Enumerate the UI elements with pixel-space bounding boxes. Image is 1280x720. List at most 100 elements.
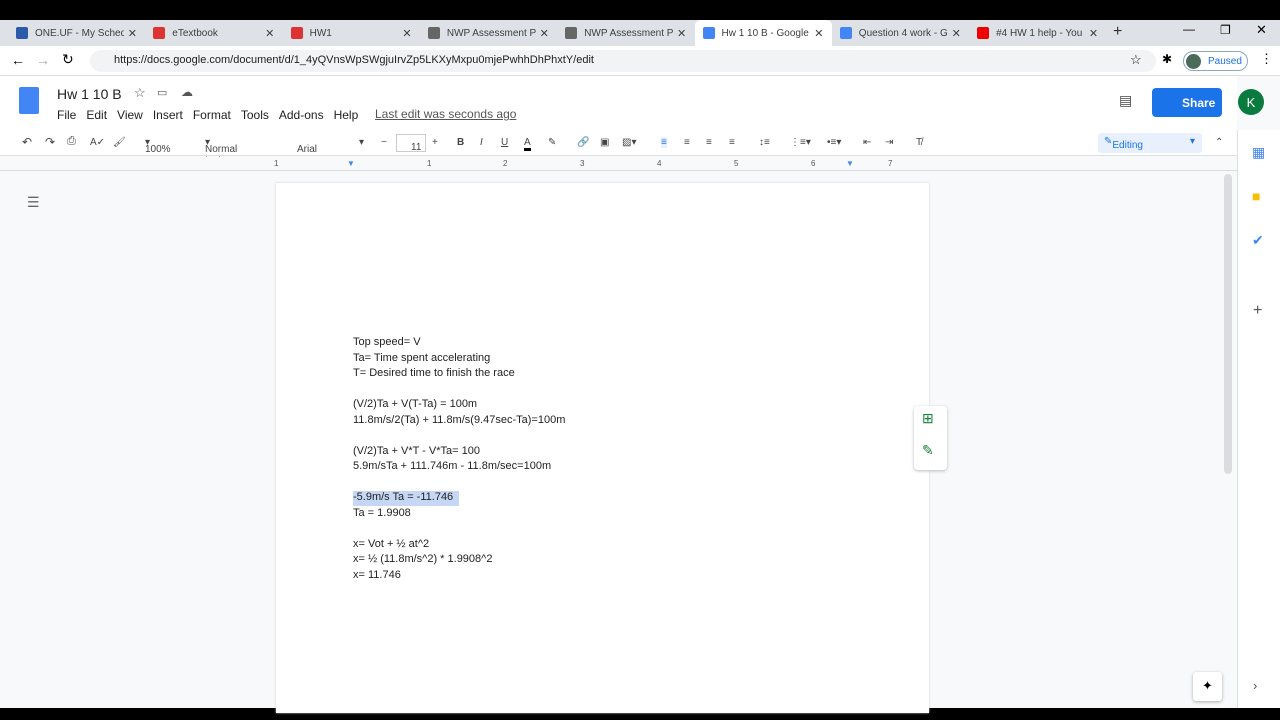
bold-button[interactable]: B <box>457 137 464 148</box>
redo-icon[interactable]: ↷ <box>45 135 55 149</box>
browser-tab[interactable]: NWP Assessment Pl ✕ <box>557 20 694 46</box>
document-title[interactable]: Hw 1 10 B <box>57 86 122 102</box>
close-window-button[interactable]: ✕ <box>1256 22 1267 38</box>
bulleted-list-icon[interactable]: •≡▾ <box>827 137 841 148</box>
print-icon[interactable]: ⎙ <box>67 135 76 148</box>
paint-format-icon[interactable]: 🖌 <box>113 137 126 148</box>
tab-close-icon[interactable]: ✕ <box>540 27 549 40</box>
add-comment-icon[interactable]: ⊞ <box>922 410 934 427</box>
italic-button[interactable]: I <box>480 137 483 148</box>
tab-close-icon[interactable]: ✕ <box>952 27 961 40</box>
menu-item[interactable]: Edit <box>86 108 107 122</box>
underline-button[interactable]: U <box>501 137 508 148</box>
browser-tab[interactable]: Question 4 work - G ✕ <box>832 20 969 46</box>
numbered-list-icon[interactable]: ⋮≡▾ <box>790 137 811 148</box>
browser-tab[interactable]: ONE.UF - My Schedu ✕ <box>8 20 145 46</box>
share-button[interactable]: Share <box>1152 88 1222 117</box>
document-line[interactable]: -5.9m/s Ta = -11.746 <box>353 491 460 506</box>
docs-logo-icon[interactable] <box>19 87 39 114</box>
collapse-menus-icon[interactable]: ⌃ <box>1215 137 1223 148</box>
url-input[interactable]: https://docs.google.com/document/d/1_4yQ… <box>90 50 1156 72</box>
document-line[interactable]: (V/2)Ta + V*T - V*Ta= 100 <box>353 445 480 460</box>
back-icon[interactable]: ← <box>11 52 25 68</box>
align-center-icon[interactable]: ≡ <box>684 137 690 148</box>
left-indent-marker[interactable]: ▼ <box>347 159 355 168</box>
document-line[interactable]: x= 11.746 <box>353 569 401 584</box>
tasks-icon[interactable]: ✔ <box>1252 232 1264 249</box>
browser-tab[interactable]: NWP Assessment Pl ✕ <box>420 20 557 46</box>
last-edit-link[interactable]: Last edit was seconds ago <box>375 107 516 121</box>
tab-close-icon[interactable]: ✕ <box>402 27 411 40</box>
ruler-label: 5 <box>734 159 739 168</box>
add-addon-icon[interactable]: + <box>1253 302 1262 320</box>
text-color-button[interactable]: A <box>524 137 531 151</box>
browser-tab[interactable]: Hw 1 10 B - Google ✕ <box>694 20 832 46</box>
undo-icon[interactable]: ↶ <box>22 135 32 149</box>
menu-item[interactable]: Insert <box>153 108 183 122</box>
forward-icon[interactable]: → <box>36 52 50 68</box>
calendar-icon[interactable]: ▦ <box>1252 144 1265 161</box>
explore-button[interactable]: ✦ <box>1193 672 1222 701</box>
document-outline-icon[interactable]: ☰ <box>27 194 40 211</box>
account-avatar[interactable]: K <box>1238 89 1264 115</box>
insert-image-icon[interactable]: ▨▾ <box>622 137 636 148</box>
browser-tab[interactable]: HW1 ✕ <box>283 20 420 46</box>
document-line[interactable]: (V/2)Ta + V(T-Ta) = 100m <box>353 398 477 413</box>
increase-indent-icon[interactable]: ⇥ <box>885 137 893 148</box>
browser-tab[interactable]: #4 HW 1 help - You ✕ <box>969 20 1106 46</box>
tab-close-icon[interactable]: ✕ <box>265 27 274 40</box>
justify-icon[interactable]: ≡ <box>729 137 735 148</box>
new-tab-button[interactable]: + <box>1113 23 1122 41</box>
document-line[interactable]: T= Desired time to finish the race <box>353 367 515 382</box>
document-line[interactable]: x= ½ (11.8m/s^2) * 1.9908^2 <box>353 553 492 568</box>
suggest-edits-icon[interactable]: ✎ <box>922 442 934 459</box>
highlight-icon[interactable]: ✎ <box>548 137 556 148</box>
menu-item[interactable]: View <box>117 108 143 122</box>
star-icon[interactable]: ☆ <box>134 85 146 101</box>
extensions-icon[interactable]: ✱ <box>1162 52 1172 66</box>
browser-tab[interactable]: eTextbook ✕ <box>145 20 282 46</box>
align-left-icon[interactable]: ≡ <box>661 137 667 148</box>
document-line[interactable]: Ta = 1.9908 <box>353 507 411 522</box>
move-folder-icon[interactable]: ▭ <box>157 86 167 99</box>
increase-font-size-button[interactable]: + <box>432 137 438 148</box>
minimize-button[interactable]: — <box>1183 22 1195 36</box>
menu-item[interactable]: Help <box>334 108 359 122</box>
link-icon[interactable]: 🔗 <box>577 137 589 148</box>
reload-icon[interactable]: ↻ <box>62 51 74 68</box>
tab-close-icon[interactable]: ✕ <box>677 27 686 40</box>
font-size-input[interactable]: 11 <box>396 134 426 153</box>
document-line[interactable]: x= Vot + ½ at^2 <box>353 538 429 553</box>
menu-item[interactable]: File <box>57 108 76 122</box>
decrease-font-size-button[interactable]: − <box>381 137 387 148</box>
keep-icon[interactable]: ■ <box>1252 188 1260 204</box>
expand-panel-icon[interactable]: › <box>1253 678 1257 693</box>
restore-button[interactable]: ❐ <box>1220 23 1231 37</box>
comments-icon[interactable]: ▤ <box>1119 92 1132 109</box>
tab-close-icon[interactable]: ✕ <box>814 27 823 40</box>
document-line[interactable]: Top speed= V <box>353 336 421 351</box>
style-select[interactable]: Normal text ▾ <box>205 137 237 166</box>
browser-menu-icon[interactable]: ⋮ <box>1260 51 1273 67</box>
scrollbar[interactable] <box>1224 174 1232 474</box>
document-line[interactable]: Ta= Time spent accelerating <box>353 352 490 367</box>
document-line[interactable]: 5.9m/sTa + 111.746m - 11.8m/sec=100m <box>353 460 551 475</box>
zoom-select[interactable]: 100% ▾ <box>145 137 171 155</box>
profile-button[interactable]: Paused <box>1183 51 1248 71</box>
bookmark-star-icon[interactable]: ☆ <box>1130 52 1142 68</box>
spellcheck-icon[interactable]: A✓ <box>90 137 105 148</box>
clear-formatting-icon[interactable]: T̸ <box>916 137 922 148</box>
tab-close-icon[interactable]: ✕ <box>1089 27 1098 40</box>
document-line[interactable]: 11.8m/s/2(Ta) + 11.8m/s(9.47sec-Ta)=100m <box>353 414 565 429</box>
decrease-indent-icon[interactable]: ⇤ <box>863 137 871 148</box>
menu-item[interactable]: Tools <box>241 108 269 122</box>
add-comment-icon[interactable]: ▣ <box>600 137 609 148</box>
line-spacing-icon[interactable]: ↕≡ <box>759 137 770 148</box>
editing-mode-select[interactable]: ✎ Editing ▾ <box>1098 133 1202 153</box>
menu-item[interactable]: Add-ons <box>279 108 324 122</box>
menu-item[interactable]: Format <box>193 108 231 122</box>
right-indent-marker[interactable]: ▼ <box>846 159 854 168</box>
align-right-icon[interactable]: ≡ <box>706 137 712 148</box>
tab-close-icon[interactable]: ✕ <box>128 27 137 40</box>
document-page[interactable]: Top speed= V Ta= Time spent accelerating T… <box>276 183 929 713</box>
